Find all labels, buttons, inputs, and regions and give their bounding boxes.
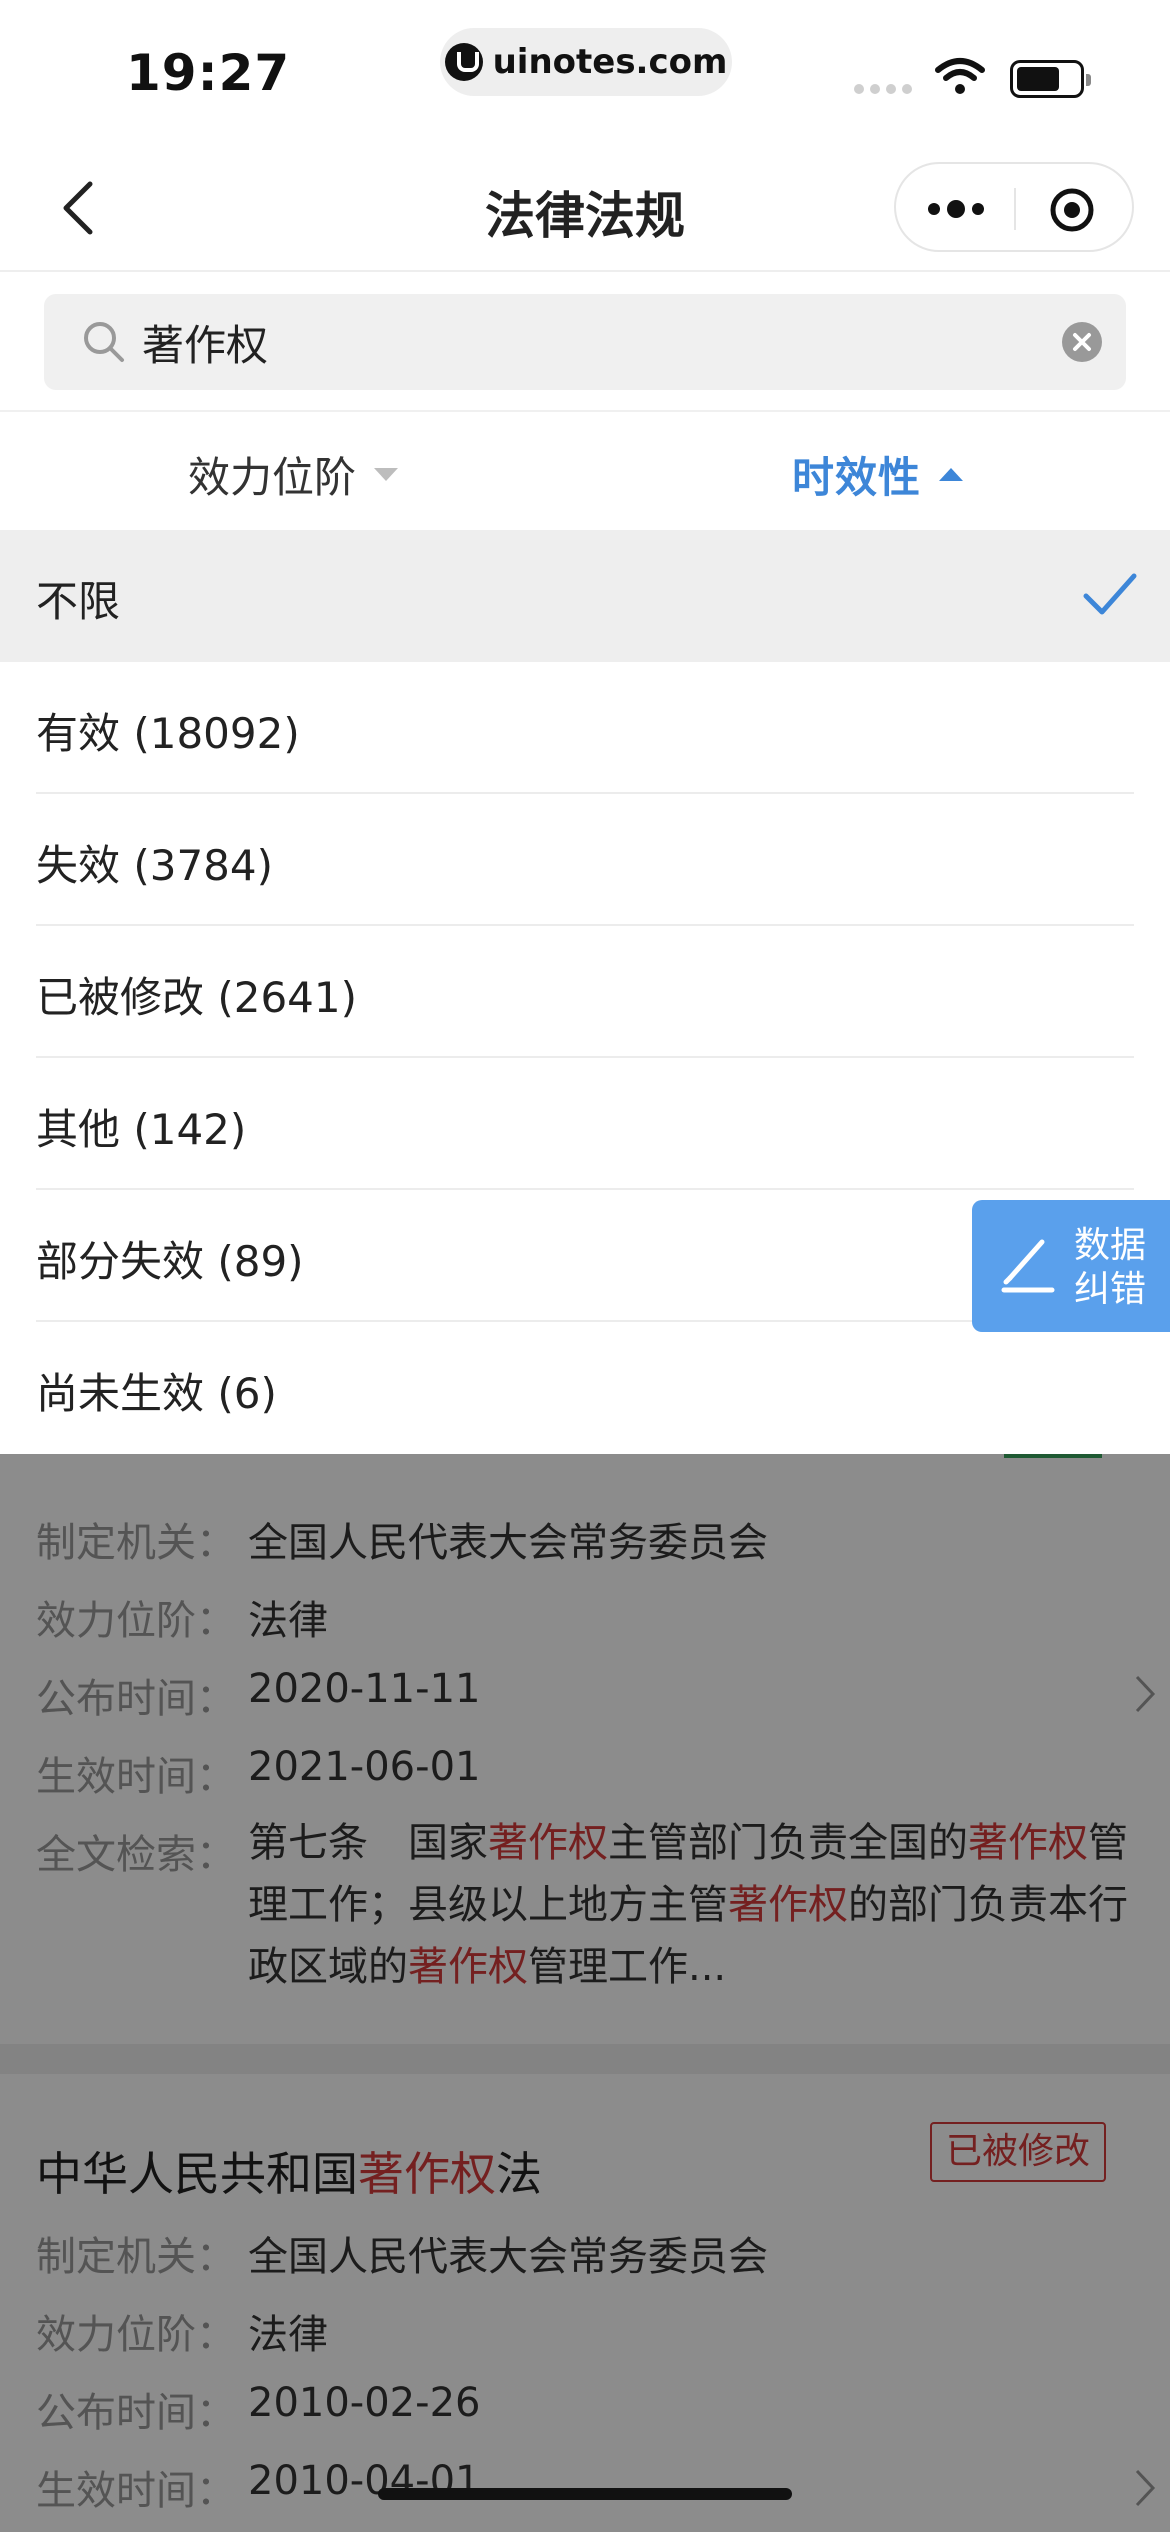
dropdown-option-other[interactable]: 其他 (142) [0,1058,1170,1190]
data-correction-button[interactable]: 数据 纠错 [972,1200,1170,1332]
clear-icon[interactable] [1062,322,1102,362]
dropdown-option-not-yet-effective[interactable]: 尚未生效 (6) [0,1322,1170,1454]
cellular-signal-icon [854,84,912,94]
filter-tab-level[interactable]: 效力位阶 [188,444,399,505]
checkmark-icon [1083,573,1137,615]
record-target-icon[interactable] [1048,186,1096,234]
dropdown-option-invalid[interactable]: 失效 (3784) [0,794,1170,926]
triangle-down-icon [374,468,399,481]
data-correction-label: 数据 纠错 [1074,1225,1147,1310]
dropdown-option-amended[interactable]: 已被修改 (2641) [0,926,1170,1058]
url-text: uinotes.com [492,42,728,82]
filter-bar: 效力位阶 时效性 [0,410,1170,530]
search-input[interactable] [142,312,982,372]
status-bar: 19:27 uinotes.com [0,0,1170,140]
mini-program-capsule [894,162,1134,252]
filter-tab-level-label: 效力位阶 [188,453,357,502]
url-pill: uinotes.com [440,28,732,96]
search-icon [84,322,124,362]
filter-tab-timeliness-label: 时效性 [792,453,922,502]
dropdown-mask[interactable] [0,1454,1170,2532]
search-box [44,294,1126,390]
triangle-up-icon [939,468,964,481]
more-dots-icon[interactable] [926,194,986,224]
capsule-divider [1014,188,1016,230]
search-bar [0,272,1170,410]
pen-icon [1001,1239,1055,1293]
filter-tab-timeliness[interactable]: 时效性 [792,444,964,505]
wifi-icon [935,58,985,94]
home-indicator [378,2488,792,2500]
status-time: 19:27 [126,44,291,102]
battery-icon [1010,60,1091,98]
dropdown-option-valid[interactable]: 有效 (18092) [0,662,1170,794]
site-logo-icon [444,43,483,81]
dropdown-option-all[interactable]: 不限 [0,530,1170,662]
nav-bar: 法律法规 [0,140,1170,272]
